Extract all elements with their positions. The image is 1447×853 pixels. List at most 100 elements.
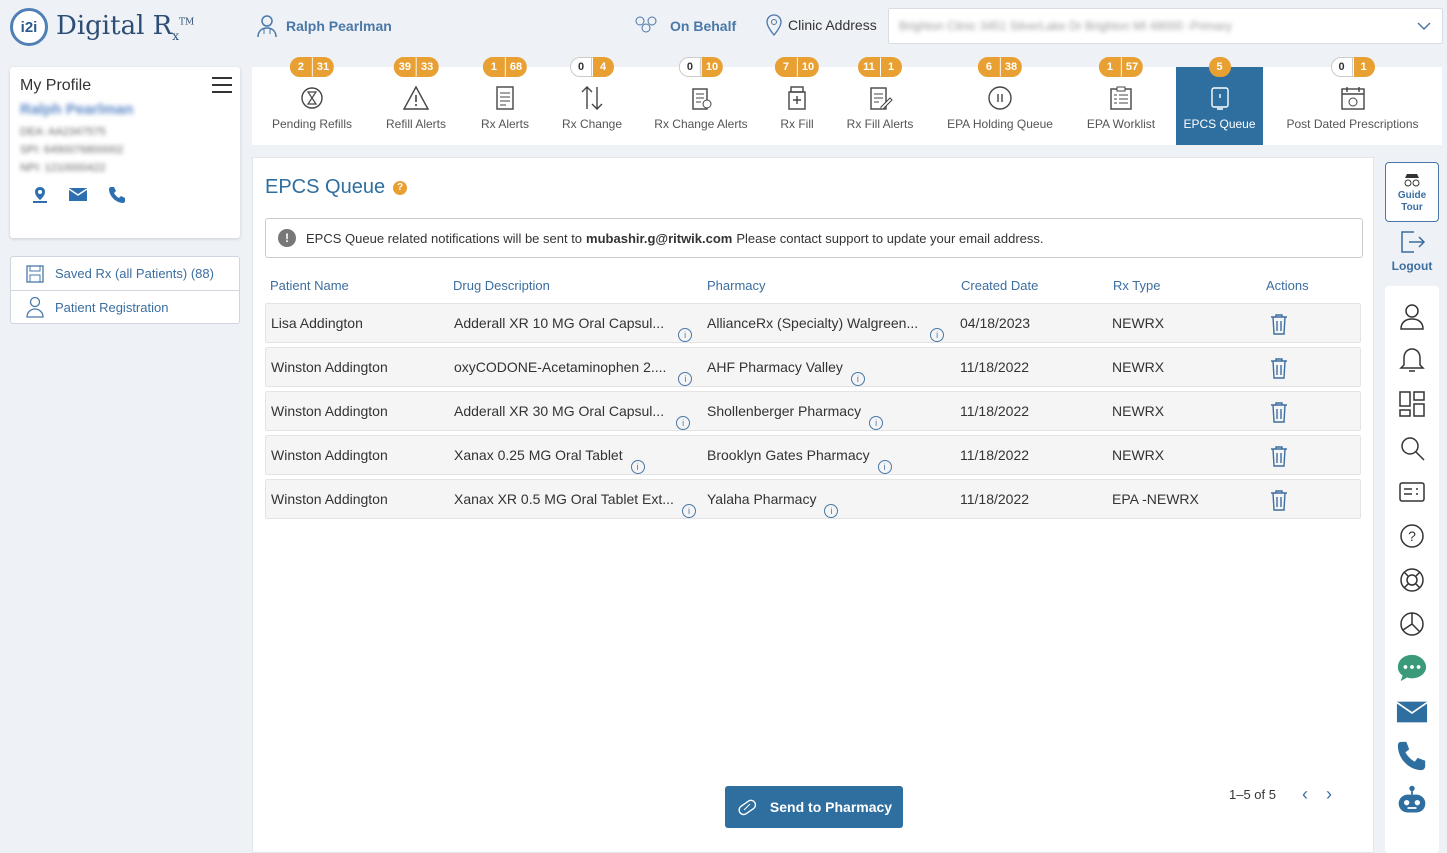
chatbot-icon[interactable]	[1396, 784, 1428, 816]
tab-badges: 11 1	[858, 57, 902, 77]
delete-icon[interactable]	[1270, 357, 1288, 379]
tab-rx-fill[interactable]: 7 10 Rx Fill	[768, 57, 826, 145]
info-icon[interactable]: i	[869, 416, 884, 431]
profile-card: My Profile Ralph Pearlman DEA: AA2347575…	[10, 67, 240, 238]
patient-registration-label: Patient Registration	[55, 299, 169, 315]
tab-epa-worklist[interactable]: 1 57 EPA Worklist	[1066, 57, 1176, 145]
epcs-queue-panel: EPCS Queue ? ! EPCS Queue related notifi…	[252, 157, 1374, 853]
svg-text:?: ?	[1408, 528, 1416, 544]
dashboard-grid-icon[interactable]	[1396, 388, 1428, 420]
spy-glasses-icon	[1404, 174, 1420, 187]
info-icon[interactable]: i	[877, 460, 892, 475]
location-pin-icon	[766, 14, 782, 36]
help-circle-icon[interactable]: ?	[1396, 520, 1428, 552]
on-behalf-label: On Behalf	[670, 18, 737, 34]
person-icon	[26, 296, 44, 318]
table-header: Patient Name Drug Description Pharmacy C…	[265, 278, 1361, 298]
logout-icon	[1401, 231, 1426, 253]
profile-title: My Profile	[20, 77, 92, 94]
tab-badges: 1 68	[482, 57, 528, 77]
user-menu[interactable]: Ralph Pearlman	[256, 14, 392, 38]
info-icon[interactable]: i	[850, 372, 865, 387]
tab-badges: 6 38	[977, 57, 1023, 77]
tab-pending-refills[interactable]: 2 31 Pending Refills	[252, 57, 372, 145]
chevron-left-icon[interactable]: ‹	[1302, 784, 1308, 805]
table-row[interactable]: Winston Addington Adderall XR 30 MG Oral…	[265, 391, 1361, 431]
info-icon[interactable]: i	[630, 460, 645, 475]
hamburger-menu-icon[interactable]	[212, 77, 232, 98]
info-icon[interactable]: i	[678, 372, 693, 387]
tab-refill-alerts[interactable]: 39 33 Refill Alerts	[372, 57, 460, 145]
col-drug-description[interactable]: Drug Description	[453, 278, 550, 293]
info-icon[interactable]: i	[676, 416, 691, 431]
right-rail: ?	[1385, 286, 1439, 853]
help-icon[interactable]: ?	[393, 180, 408, 195]
tab-rx-fill-alerts[interactable]: 11 1 Rx Fill Alerts	[826, 57, 934, 145]
logout-button[interactable]: Logout	[1385, 228, 1439, 273]
top-bar: i2i Digital RxTM Ralph Pearlman On Behal…	[0, 0, 1447, 56]
saved-rx-link[interactable]: Saved Rx (all Patients) (88)	[11, 257, 239, 290]
prescription-change-icon	[692, 88, 712, 110]
email-notice: ! EPCS Queue related notifications will …	[265, 218, 1363, 258]
col-patient-name[interactable]: Patient Name	[270, 278, 349, 293]
table-row[interactable]: Winston Addington Xanax XR 0.5 MG Oral T…	[265, 479, 1361, 519]
location-icon[interactable]	[32, 186, 48, 204]
col-pharmacy[interactable]: Pharmacy	[707, 278, 766, 293]
chevron-right-icon[interactable]: ›	[1326, 784, 1332, 805]
bell-icon[interactable]	[1396, 344, 1428, 376]
tab-rx-change[interactable]: 04 Rx Change	[550, 57, 634, 145]
app-logo[interactable]: i2i Digital RxTM	[10, 8, 194, 46]
clinic-address-label: Clinic Address	[766, 14, 877, 36]
info-icon[interactable]: i	[678, 328, 693, 343]
calendar-refresh-icon	[1340, 87, 1365, 110]
on-behalf-button[interactable]: On Behalf	[632, 14, 736, 38]
pagination-range: 1–5 of 5	[1229, 787, 1276, 802]
table-row[interactable]: Winston Addington oxyCODONE-Acetaminophe…	[265, 347, 1361, 387]
col-actions: Actions	[1266, 278, 1309, 293]
tab-badges: 04	[570, 57, 614, 77]
send-to-pharmacy-button[interactable]: Send to Pharmacy	[725, 786, 903, 828]
search-icon[interactable]	[1396, 432, 1428, 464]
tab-epcs-queue[interactable]: 5 EPCS Queue	[1176, 57, 1263, 145]
save-icon	[26, 264, 44, 283]
lifebuoy-icon[interactable]	[1396, 564, 1428, 596]
logo-mark: i2i	[10, 8, 48, 46]
phone-call-icon[interactable]	[1396, 740, 1428, 772]
form-list-icon[interactable]	[1396, 476, 1428, 508]
user-profile-icon[interactable]	[1396, 300, 1428, 332]
saved-rx-label: Saved Rx (all Patients) (88)	[55, 266, 214, 281]
clinic-address-select[interactable]: Brighton Clinic 3451 SilverLake Dr Brigh…	[888, 8, 1443, 44]
tab-badges: 2 31	[289, 57, 335, 77]
delete-icon[interactable]	[1270, 401, 1288, 423]
delete-icon[interactable]	[1270, 445, 1288, 467]
info-icon[interactable]: i	[930, 328, 945, 343]
tab-post-dated-prescriptions[interactable]: 01 Post Dated Prescriptions	[1263, 57, 1442, 145]
phone-icon[interactable]	[108, 186, 126, 204]
profile-dea: DEA: AA2347575	[20, 126, 106, 138]
col-created-date[interactable]: Created Date	[961, 278, 1038, 293]
info-icon[interactable]: i	[824, 504, 839, 519]
tablet-device-icon	[1210, 87, 1229, 110]
exclamation-icon: !	[278, 229, 296, 247]
clinic-address-value: Brighton Clinic 3451 SilverLake Dr Brigh…	[899, 19, 1232, 33]
swap-arrows-icon	[581, 86, 603, 110]
tab-badges: 5	[1208, 57, 1231, 77]
guide-tour-button[interactable]: Guide Tour	[1385, 162, 1439, 222]
patient-registration-link[interactable]: Patient Registration	[11, 290, 239, 323]
table-row[interactable]: Lisa Addington Adderall XR 10 MG Oral Ca…	[265, 303, 1361, 343]
col-rx-type[interactable]: Rx Type	[1113, 278, 1160, 293]
tab-rx-alerts[interactable]: 1 68 Rx Alerts	[460, 57, 550, 145]
delete-icon[interactable]	[1270, 489, 1288, 511]
doctor-icon	[257, 15, 277, 38]
table-row[interactable]: Winston Addington Xanax 0.25 MG Oral Tab…	[265, 435, 1361, 475]
delete-icon[interactable]	[1270, 313, 1288, 335]
pie-chart-icon[interactable]	[1396, 608, 1428, 640]
tab-badges: 0 10	[678, 57, 724, 77]
chat-bubble-icon[interactable]	[1396, 652, 1428, 684]
logo-text: Digital RxTM	[56, 10, 195, 44]
info-icon[interactable]: i	[681, 504, 696, 519]
tab-rx-change-alerts[interactable]: 0 10 Rx Change Alerts	[634, 57, 768, 145]
tab-epa-holding-queue[interactable]: 6 38 EPA Holding Queue	[934, 57, 1066, 145]
mail-icon[interactable]	[68, 186, 88, 202]
email-icon[interactable]	[1396, 696, 1428, 728]
